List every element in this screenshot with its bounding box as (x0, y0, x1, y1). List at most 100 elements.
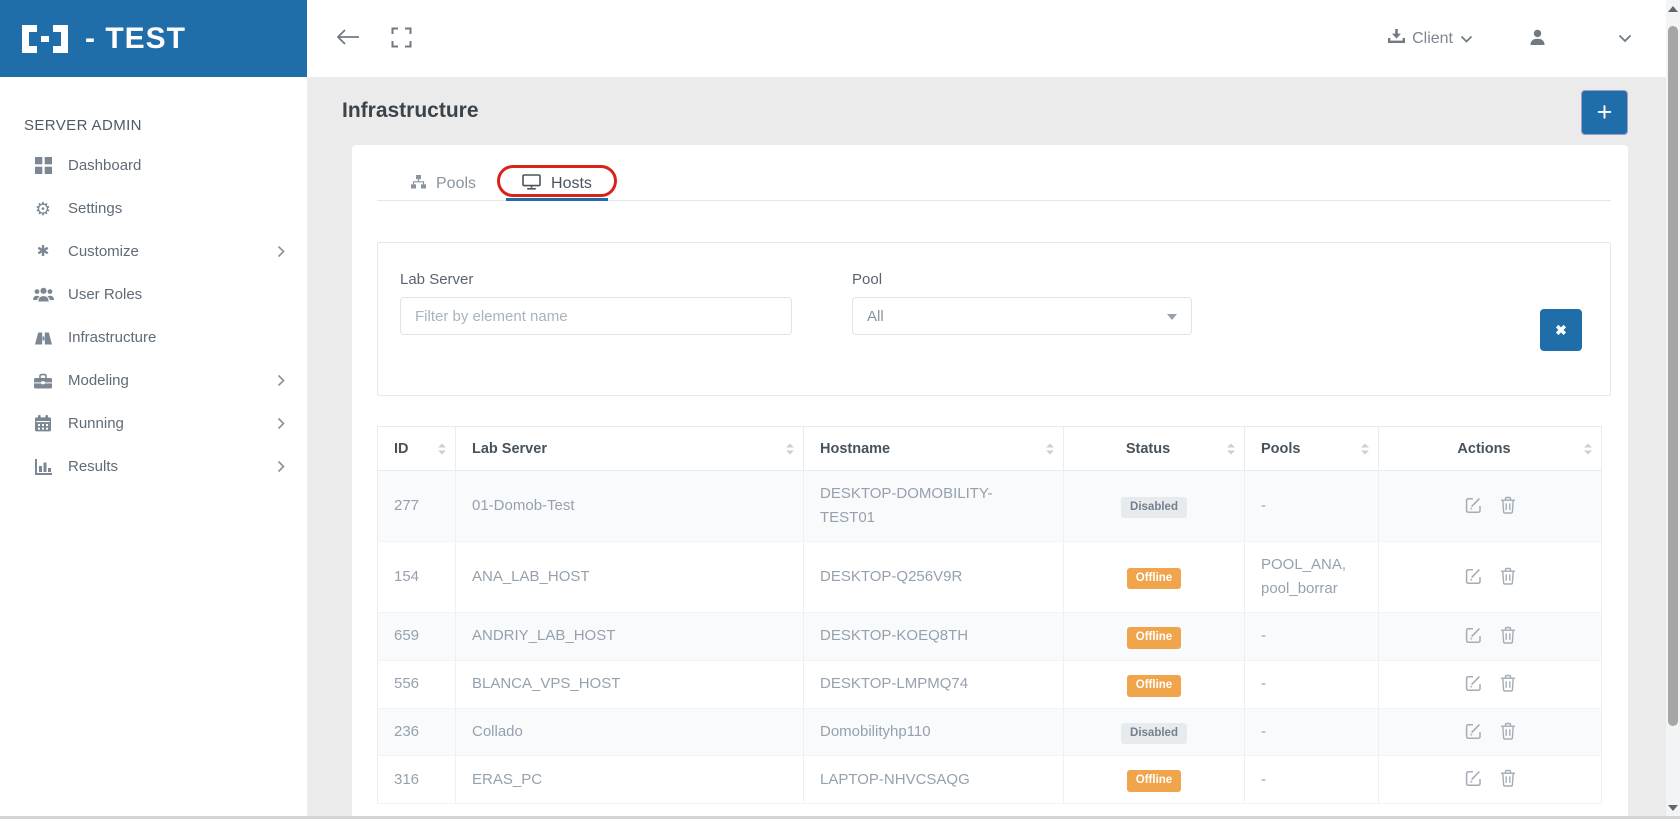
calendar-icon (31, 415, 55, 432)
trash-icon (1500, 496, 1516, 517)
chevron-right-icon (277, 460, 285, 473)
host-id: 316 (378, 756, 456, 804)
sidebar-item-settings[interactable]: ⚙Settings (0, 187, 307, 230)
host-pools: - (1245, 613, 1379, 661)
column-header-status[interactable]: Status (1064, 427, 1245, 471)
host-id: 659 (378, 613, 456, 661)
sort-icon (1227, 443, 1235, 454)
user-account-button[interactable] (1525, 25, 1550, 53)
binoculars-icon (31, 331, 55, 345)
edit-host-button[interactable] (1464, 496, 1482, 517)
edit-host-button[interactable] (1464, 674, 1482, 695)
sidebar-item-label: Infrastructure (68, 329, 156, 346)
tab-pools[interactable]: Pools (395, 168, 492, 200)
sidebar-item-customize[interactable]: ✱Customize (0, 230, 307, 273)
edit-icon (1464, 769, 1482, 790)
column-header-lab-server[interactable]: Lab Server (456, 427, 804, 471)
topbar-menu-button[interactable] (1614, 27, 1636, 50)
edit-host-button[interactable] (1464, 722, 1482, 743)
hosts-table-body: 27701-Domob-TestDESKTOP-DOMOBILITY-TEST0… (378, 471, 1602, 804)
monitor-icon (522, 174, 541, 195)
sidebar-item-label: Dashboard (68, 157, 141, 174)
status-badge: Offline (1127, 675, 1181, 697)
edit-icon (1464, 722, 1482, 743)
table-row: 659ANDRIY_LAB_HOSTDESKTOP-KOEQ8THOffline… (378, 613, 1602, 661)
pool-select[interactable]: All (852, 297, 1192, 335)
host-lab-server: ERAS_PC (456, 756, 804, 804)
edit-host-button[interactable] (1464, 567, 1482, 588)
chevron-down-icon (1460, 30, 1473, 48)
pool-filter-label: Pool (852, 271, 1192, 288)
host-lab-server: Collado (456, 708, 804, 756)
trash-icon (1500, 769, 1516, 790)
edit-host-button[interactable] (1464, 626, 1482, 647)
delete-host-button[interactable] (1500, 496, 1516, 517)
hosts-table-header: ID Lab Server HostnameStatusPoolsActions (378, 427, 1602, 471)
delete-host-button[interactable] (1500, 769, 1516, 790)
brackets-logo-icon (22, 25, 68, 53)
host-lab-server: 01-Domob-Test (456, 471, 804, 542)
column-header-hostname[interactable]: Hostname (804, 427, 1064, 471)
table-row: 236ColladoDomobilityhp110Disabled- (378, 708, 1602, 756)
column-header-pools[interactable]: Pools (1245, 427, 1379, 471)
host-lab-server: ANA_LAB_HOST (456, 542, 804, 613)
brand-name: - TEST (85, 22, 186, 56)
delete-host-button[interactable] (1500, 567, 1516, 588)
table-row: 27701-Domob-TestDESKTOP-DOMOBILITY-TEST0… (378, 471, 1602, 542)
delete-host-button[interactable] (1500, 674, 1516, 695)
fullscreen-button[interactable] (387, 23, 416, 55)
scrollbar-up-arrow[interactable] (1668, 6, 1678, 12)
back-arrow-icon (335, 28, 361, 49)
tab-hosts-label: Hosts (551, 175, 592, 193)
delete-host-button[interactable] (1500, 722, 1516, 743)
sidebar-item-label: Customize (68, 243, 139, 260)
lab-server-filter-label: Lab Server (400, 271, 792, 288)
status-badge: Offline (1127, 568, 1181, 590)
column-label: ID (394, 441, 409, 457)
column-header-actions[interactable]: Actions (1379, 427, 1602, 471)
host-pools: - (1245, 660, 1379, 708)
sort-icon (786, 443, 794, 454)
brand-logo[interactable]: - TEST (0, 0, 307, 77)
scrollbar-thumb[interactable] (1668, 26, 1678, 726)
back-button[interactable] (331, 24, 365, 53)
sort-icon (438, 443, 446, 454)
edit-host-button[interactable] (1464, 769, 1482, 790)
sidebar-item-user-roles[interactable]: User Roles (0, 273, 307, 316)
column-label: Lab Server (472, 441, 547, 457)
tab-hosts[interactable]: Hosts (506, 168, 608, 200)
plus-icon: + (1597, 99, 1613, 126)
users-icon (31, 287, 55, 302)
sitemap-icon (411, 175, 426, 194)
sidebar-item-results[interactable]: Results (0, 445, 307, 488)
fullscreen-icon (391, 27, 412, 51)
app-window: - TEST SERVER ADMIN Dashboard⚙Settings✱C… (0, 0, 1680, 819)
hosts-table: ID Lab Server HostnameStatusPoolsActions 2… (377, 426, 1602, 804)
column-header-id[interactable]: ID (378, 427, 456, 471)
sidebar-item-infrastructure[interactable]: Infrastructure (0, 316, 307, 359)
sort-icon (1584, 443, 1592, 454)
chevron-down-icon (1618, 31, 1632, 46)
lab-server-filter-input[interactable] (400, 297, 792, 335)
host-id: 236 (378, 708, 456, 756)
status-badge: Offline (1127, 627, 1181, 649)
briefcase-icon (31, 373, 55, 389)
client-dropdown[interactable]: Client (1388, 29, 1473, 49)
table-row: 154ANA_LAB_HOSTDESKTOP-Q256V9ROfflinePOO… (378, 542, 1602, 613)
sidebar-item-running[interactable]: Running (0, 402, 307, 445)
clear-filters-button[interactable]: ✖ (1540, 309, 1582, 351)
delete-host-button[interactable] (1500, 626, 1516, 647)
sidebar-item-label: Modeling (68, 372, 129, 389)
scrollbar-down-arrow[interactable] (1668, 805, 1678, 811)
host-id: 556 (378, 660, 456, 708)
sidebar-item-dashboard[interactable]: Dashboard (0, 144, 307, 187)
x-icon: ✖ (1555, 322, 1567, 339)
add-host-button[interactable]: + (1581, 90, 1628, 135)
filter-panel: Lab Server Pool All ✖ (377, 242, 1611, 396)
sidebar-item-label: Results (68, 458, 118, 475)
host-pools: - (1245, 756, 1379, 804)
sidebar-item-modeling[interactable]: Modeling (0, 359, 307, 402)
host-hostname: DESKTOP-LMPMQ74 (804, 660, 1064, 708)
trash-icon (1500, 626, 1516, 647)
chart-icon (31, 459, 55, 475)
